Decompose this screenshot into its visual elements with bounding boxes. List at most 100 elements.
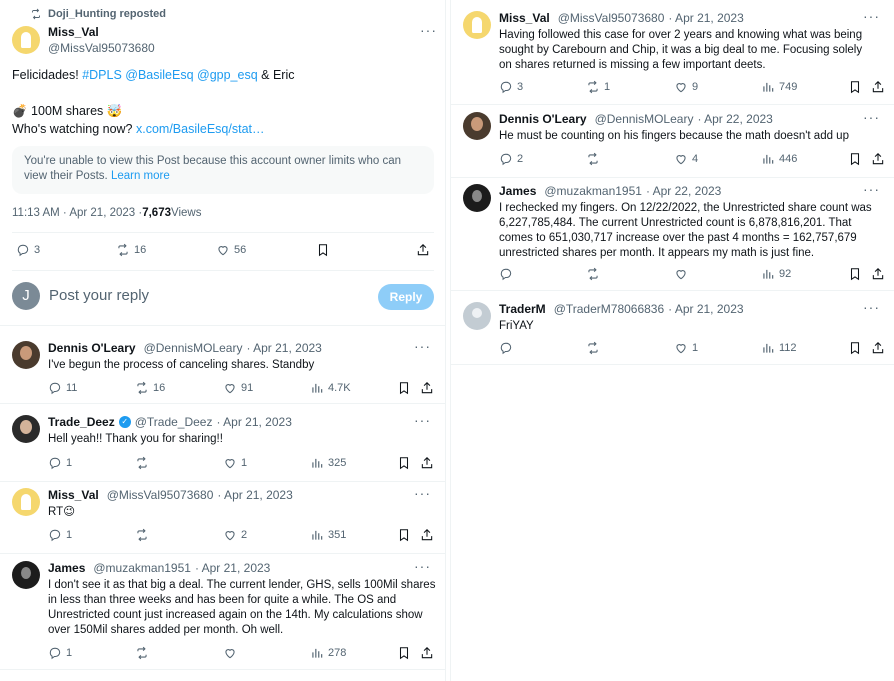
author-name[interactable]: TraderM <box>499 302 546 316</box>
author-handle[interactable]: @DennisMOLeary <box>595 112 694 126</box>
bookmark-button[interactable] <box>397 646 411 660</box>
author-handle[interactable]: @DennisMOLeary <box>144 341 243 355</box>
reply-input[interactable]: Post your reply <box>49 287 149 304</box>
author-name[interactable]: James <box>48 561 85 575</box>
views-button[interactable]: 351 <box>310 528 346 542</box>
views-button[interactable]: 749 <box>761 80 797 94</box>
post-date[interactable]: · Apr 22, 2023 <box>646 184 721 198</box>
author-handle[interactable]: @MissVal95073680 <box>107 488 214 502</box>
reply-button[interactable]: 3 <box>16 243 40 257</box>
avatar[interactable] <box>463 184 491 212</box>
reply-button[interactable]: 1 <box>48 528 72 542</box>
avatar[interactable] <box>463 11 491 39</box>
main-post-author[interactable]: Miss_Val @MissVal95073680 <box>48 25 155 55</box>
post-date[interactable]: · Apr 21, 2023 <box>216 415 291 429</box>
repost-button[interactable] <box>135 456 153 470</box>
author-handle[interactable]: @Trade_Deez <box>135 415 213 429</box>
reply-button[interactable]: 2 <box>499 152 523 166</box>
share-button[interactable] <box>871 341 885 355</box>
avatar[interactable] <box>12 561 40 589</box>
avatar[interactable] <box>12 341 40 369</box>
more-dots-icon[interactable]: ··· <box>863 299 880 315</box>
views-button[interactable]: 446 <box>761 152 797 166</box>
like-button[interactable]: 4 <box>674 152 698 166</box>
views-button[interactable]: 4.7K <box>310 381 351 395</box>
more-dots-icon[interactable]: ··· <box>414 558 431 574</box>
share-button[interactable] <box>420 646 434 660</box>
author-handle[interactable]: @muzakman1951 <box>544 184 642 198</box>
post-date[interactable]: · Apr 22, 2023 <box>697 112 772 126</box>
share-button[interactable] <box>420 381 434 395</box>
author-name[interactable]: Miss_Val <box>48 488 99 502</box>
share-button[interactable] <box>420 456 434 470</box>
share-button[interactable] <box>420 528 434 542</box>
author-name[interactable]: Miss_Val <box>499 11 550 25</box>
more-dots-icon[interactable]: ··· <box>420 22 437 38</box>
post-date[interactable]: · Apr 21, 2023 <box>668 302 743 316</box>
reply-button[interactable] <box>499 341 517 355</box>
bookmark-button[interactable] <box>848 341 862 355</box>
post-date[interactable]: · Apr 21, 2023 <box>195 561 270 575</box>
like-button[interactable]: 1 <box>674 341 698 355</box>
repost-button[interactable]: 16 <box>116 243 146 257</box>
avatar[interactable] <box>12 488 40 516</box>
more-dots-icon[interactable]: ··· <box>863 8 880 24</box>
reply-button[interactable]: 1 <box>48 456 72 470</box>
views-button[interactable]: 112 <box>761 341 797 355</box>
hashtag-mentions-link[interactable]: #DPLS @BasileEsq @gpp_esq <box>82 68 257 82</box>
share-button[interactable] <box>871 80 885 94</box>
author-name[interactable]: Dennis O'Leary <box>499 112 587 126</box>
reply-button[interactable]: 1 <box>48 646 72 660</box>
repost-button[interactable] <box>586 267 604 281</box>
learn-more-link[interactable]: Learn more <box>111 170 170 182</box>
post-date[interactable]: · Apr 21, 2023 <box>246 341 321 355</box>
bookmark-button[interactable] <box>316 243 330 257</box>
author-name[interactable]: Trade_Deez <box>48 415 115 429</box>
repost-button[interactable] <box>135 528 153 542</box>
author-name[interactable]: James <box>499 184 536 198</box>
bookmark-button[interactable] <box>848 267 862 281</box>
like-button[interactable]: 91 <box>223 381 253 395</box>
bookmark-button[interactable] <box>848 152 862 166</box>
reply-button[interactable] <box>499 267 517 281</box>
views-button[interactable]: 278 <box>310 646 346 660</box>
share-button[interactable] <box>871 267 885 281</box>
more-dots-icon[interactable]: ··· <box>863 109 880 125</box>
avatar[interactable] <box>463 112 491 140</box>
post-date[interactable]: · Apr 21, 2023 <box>668 11 743 25</box>
bookmark-button[interactable] <box>397 456 411 470</box>
repost-button[interactable] <box>586 152 604 166</box>
avatar[interactable] <box>12 26 40 54</box>
like-button[interactable]: 56 <box>216 243 246 257</box>
avatar[interactable] <box>463 302 491 330</box>
repost-button[interactable]: 1 <box>586 80 610 94</box>
author-handle[interactable]: @muzakman1951 <box>93 561 191 575</box>
more-dots-icon[interactable]: ··· <box>863 181 880 197</box>
bookmark-button[interactable] <box>397 528 411 542</box>
author-name[interactable]: Dennis O'Leary <box>48 341 136 355</box>
post-date[interactable]: · Apr 21, 2023 <box>217 488 292 502</box>
like-button[interactable] <box>223 646 241 660</box>
repost-button[interactable] <box>135 646 153 660</box>
share-button[interactable] <box>416 243 430 257</box>
author-handle[interactable]: @TraderM78066836 <box>554 302 664 316</box>
time-text[interactable]: 11:13 AM · Apr 21, 2023 · <box>12 207 142 219</box>
views-button[interactable]: 92 <box>761 267 791 281</box>
bookmark-button[interactable] <box>397 381 411 395</box>
author-handle[interactable]: @MissVal95073680 <box>558 11 665 25</box>
repost-button[interactable] <box>586 341 604 355</box>
reply-button[interactable]: 11 <box>48 381 77 395</box>
author-handle[interactable]: @MissVal95073680 <box>48 41 155 55</box>
more-dots-icon[interactable]: ··· <box>414 412 431 428</box>
quoted-post-link[interactable]: x.com/BasileEsq/stat… <box>136 122 265 136</box>
share-button[interactable] <box>871 152 885 166</box>
like-button[interactable]: 2 <box>223 528 247 542</box>
like-button[interactable]: 9 <box>674 80 698 94</box>
like-button[interactable]: 1 <box>223 456 247 470</box>
avatar[interactable]: J <box>12 282 40 310</box>
repost-button[interactable]: 16 <box>135 381 165 395</box>
more-dots-icon[interactable]: ··· <box>414 338 431 354</box>
reply-button[interactable]: 3 <box>499 80 523 94</box>
avatar[interactable] <box>12 415 40 443</box>
bookmark-button[interactable] <box>848 80 862 94</box>
